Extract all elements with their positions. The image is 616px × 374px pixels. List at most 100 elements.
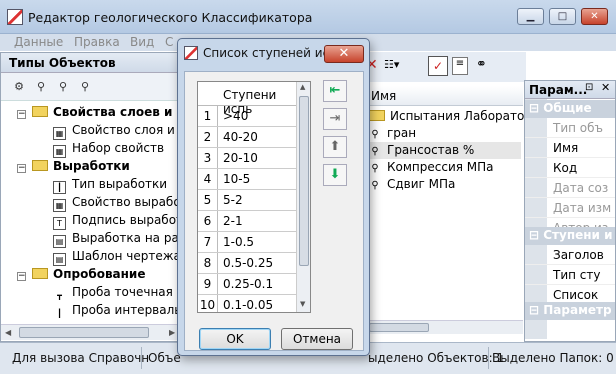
steps-column-header[interactable]: Ступени испь [198, 82, 296, 116]
arrow-up-icon: ⬆ [329, 139, 341, 154]
table-row[interactable]: 1 >40 [198, 106, 296, 127]
table-row[interactable]: 10 0.1-0.05 [198, 295, 296, 312]
grid-vertical-scrollbar[interactable]: ▲ ▼ [296, 82, 310, 312]
properties-icon[interactable]: ⚙ [11, 80, 27, 94]
check-icon[interactable]: ✓ [428, 56, 448, 76]
move-down-button[interactable]: ⬇ [323, 164, 347, 186]
prop-modified[interactable]: Дата изм [525, 198, 615, 218]
cancel-button[interactable]: Отмена [281, 328, 353, 350]
tree-node-property-set[interactable]: ▦ Набор свойств [53, 139, 164, 158]
move-up-button[interactable]: ⬆ [323, 136, 347, 158]
list-item[interactable]: ⚲ Сдвиг МПа [369, 176, 455, 193]
folder-icon [32, 106, 48, 117]
app-icon [7, 9, 23, 25]
prop-header[interactable]: Заголов [525, 245, 615, 265]
tree-node-layer-property[interactable]: ▦ Свойство слоя и го [53, 121, 182, 140]
status-selected-folders: Выделено Папок: 0 [492, 351, 614, 365]
maximize-button[interactable]: □ [549, 8, 576, 25]
section-general[interactable]: ⊟ Общие [525, 100, 615, 118]
close-window-button[interactable]: ✕ [581, 8, 608, 25]
table-row[interactable]: 6 2-1 [198, 211, 296, 232]
scroll-thumb[interactable] [369, 323, 429, 332]
menu-view[interactable]: Вид [130, 35, 154, 49]
list-item[interactable]: ⚲ Компрессия МПа [369, 159, 493, 176]
tree-node-interval-sample[interactable]: ┃ Проба интервальн [53, 301, 182, 321]
object-icon: ⚲ [371, 180, 379, 191]
name-column-header[interactable]: Имя [367, 86, 523, 106]
tree-node-working-property[interactable]: ▦Свойство выработк [53, 193, 182, 212]
scroll-thumb[interactable] [19, 327, 149, 338]
tree-node-layer-properties[interactable]: −Свойства слоев и гор [17, 103, 182, 121]
edit-type-icon[interactable]: ⚲ [55, 80, 71, 94]
scroll-down-icon[interactable]: ▼ [300, 300, 305, 308]
list-item[interactable]: Испытания Лаборатори [369, 108, 540, 125]
main-toolbar: ✕ ☷▾ ✓ ≡ ⚭ [366, 52, 526, 82]
list-horizontal-scrollbar[interactable] [367, 320, 523, 334]
collapse-icon[interactable]: − [17, 164, 26, 173]
prop-code[interactable]: Код [525, 158, 615, 178]
list-item[interactable]: ⚲ гран [369, 125, 416, 142]
table-row[interactable]: 2 40-20 [198, 127, 296, 148]
table-row[interactable]: 4 10-5 [198, 169, 296, 190]
import-button[interactable]: ⇤ [323, 80, 347, 102]
collapse-icon[interactable]: − [17, 110, 26, 119]
folder-icon [32, 160, 48, 171]
steps-list-dialog: Список ступеней исп... ✕ Ступени испь 1 >… [177, 38, 370, 356]
status-selected-objects: ыделено Объектов: 1 [368, 351, 505, 365]
tree-node-point-sample[interactable]: ┳ Проба точечная [53, 283, 173, 303]
interval-sample-icon: ┃ [53, 308, 66, 321]
tree-node-workings[interactable]: − Выработки [17, 157, 130, 175]
tree-horizontal-scrollbar[interactable]: ◀ ▶ [1, 324, 182, 340]
scroll-right-icon[interactable]: ▶ [169, 328, 175, 337]
table-row[interactable]: 7 1-0.5 [198, 232, 296, 253]
view-list-icon[interactable]: ☷▾ [384, 58, 412, 74]
parameters-panel: Парам... ⊡ ✕ ⊟ Общие Тип объ Имя Код Дат… [524, 80, 616, 342]
object-icon: ⚲ [371, 129, 379, 140]
section-steps[interactable]: ⊟ Ступени и [525, 227, 615, 245]
table-row[interactable]: 8 0.5-0.25 [198, 253, 296, 274]
prop-step-type[interactable]: Тип сту [525, 265, 615, 285]
add-type-icon[interactable]: ⚲ [33, 80, 49, 94]
pin-icon[interactable]: ⊡ [585, 82, 593, 93]
scroll-up-icon[interactable]: ▲ [300, 83, 305, 91]
status-objects: Объе [148, 351, 181, 365]
tree-node-working-section[interactable]: ▤ Выработка на разр [53, 229, 182, 248]
binoculars-icon[interactable]: ⚭ [476, 57, 487, 72]
table-row[interactable]: 3 20-10 [198, 148, 296, 169]
prop-name[interactable]: Имя [525, 138, 615, 158]
collapse-icon[interactable]: − [17, 272, 26, 281]
object-types-panel: Типы Объектов ⚙ ⚲ ⚲ ⚲ − Свойства слоев и … [0, 52, 183, 342]
dialog-close-button[interactable]: ✕ [324, 45, 364, 63]
dialog-app-icon [184, 46, 198, 60]
window-title: Редактор геологического Классификатора [28, 10, 313, 25]
menu-data[interactable]: Данные [14, 35, 63, 49]
tree-node-working-label[interactable]: T Подпись выработк [53, 211, 182, 230]
status-separator [488, 347, 489, 369]
table-row[interactable]: 5 5-2 [198, 190, 296, 211]
close-panel-icon[interactable]: ✕ [601, 81, 610, 94]
delete-type-icon[interactable]: ⚲ [77, 80, 93, 94]
dialog-body: Ступени испь 1 >40 2 40-20 3 20-10 4 10-5 55… [184, 71, 364, 351]
menu-service[interactable]: С [165, 35, 173, 49]
section-parameters[interactable]: ⊟ Параметр [525, 302, 615, 320]
ok-button[interactable]: OK [199, 328, 271, 350]
scroll-left-icon[interactable]: ◀ [5, 328, 11, 337]
minimize-button[interactable]: ▁ [517, 8, 544, 25]
tree-node-working-type[interactable]: ┃ Тип выработки [53, 175, 167, 194]
scroll-thumb[interactable] [299, 96, 309, 266]
document-icon[interactable]: ≡ [452, 57, 468, 75]
export-button[interactable]: ⇥ [323, 108, 347, 130]
menu-edit[interactable]: Правка [74, 35, 120, 49]
object-types-toolbar: ⚙ ⚲ ⚲ ⚲ [1, 73, 182, 101]
tree-node-sampling[interactable]: − Опробование [17, 265, 145, 283]
object-icon: ⚲ [371, 146, 379, 157]
prop-object-type[interactable]: Тип объ [525, 118, 615, 138]
tree-node-drawing-template[interactable]: ▤ Шаблон чертежа к [53, 247, 182, 266]
list-item-selected[interactable]: ⚲ Грансостав % [369, 142, 521, 159]
status-help: Для вызова Справочн [12, 351, 150, 365]
folder-icon [369, 110, 385, 121]
prop-created[interactable]: Дата соз [525, 178, 615, 198]
table-row[interactable]: 9 0.25-0.1 [198, 274, 296, 295]
arrow-down-icon: ⬇ [329, 167, 341, 182]
window-titlebar: Редактор геологического Классификатора ▁… [0, 0, 616, 34]
